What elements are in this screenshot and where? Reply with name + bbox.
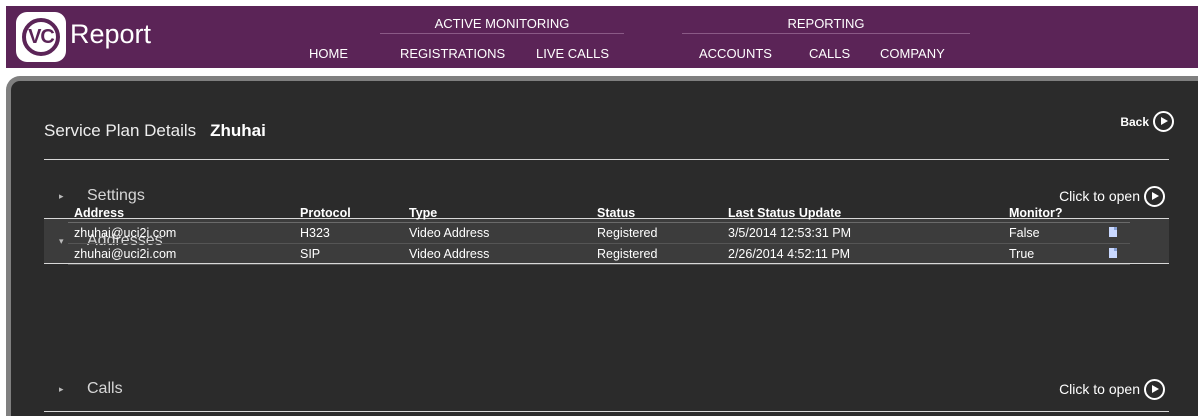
document-icon[interactable] — [1109, 248, 1117, 258]
nav-registrations[interactable]: REGISTRATIONS — [400, 46, 505, 61]
vc-logo-icon: VC — [16, 12, 66, 62]
divider — [44, 411, 1169, 412]
table-row[interactable]: zhuhai@uci2i.com H323 Video Address Regi… — [68, 222, 1130, 244]
cell-address: zhuhai@uci2i.com — [68, 222, 294, 244]
nav-accounts[interactable]: ACCOUNTS — [699, 46, 772, 61]
addresses-table: Address Protocol Type Status Last Status… — [68, 203, 1130, 265]
column-header: Monitor? — [1003, 203, 1099, 223]
document-icon[interactable] — [1109, 227, 1117, 237]
logo-text: Report — [70, 18, 152, 49]
top-navigation-bar: VC Report ACTIVE MONITORING REPORTING HO… — [6, 6, 1198, 68]
column-header: Last Status Update — [722, 203, 1003, 223]
nav-group-active-monitoring: ACTIVE MONITORING — [434, 16, 570, 31]
caret-right-icon: ▸ — [59, 383, 64, 394]
column-header: Type — [403, 203, 591, 223]
back-label: Back — [1120, 114, 1149, 129]
nav-live-calls[interactable]: LIVE CALLS — [536, 46, 609, 61]
cell-type: Video Address — [403, 222, 591, 244]
play-circle-icon — [1144, 378, 1165, 400]
column-header: Protocol — [294, 203, 403, 223]
nav-home[interactable]: HOME — [309, 46, 348, 61]
plan-name: Zhuhai — [210, 121, 266, 140]
vc-report-logo[interactable]: VC Report — [16, 12, 151, 62]
column-header — [1099, 203, 1130, 223]
cell-status: Registered — [591, 222, 722, 244]
column-header: Status — [591, 203, 722, 223]
section-label: Calls — [87, 380, 123, 397]
play-circle-icon — [1153, 111, 1174, 132]
column-header: Address — [68, 203, 294, 223]
section-calls[interactable]: ▸ Calls Click to open — [44, 367, 1169, 411]
cell-status: Registered — [591, 243, 722, 265]
nav-company[interactable]: COMPANY — [880, 46, 945, 61]
cell-protocol: SIP — [294, 243, 403, 265]
nav-group-divider — [380, 33, 624, 34]
cell-type: Video Address — [403, 243, 591, 265]
calls-open-link[interactable]: Click to open — [1059, 378, 1165, 400]
nav-group-reporting: REPORTING — [787, 16, 865, 31]
table-header-row: Address Protocol Type Status Last Status… — [68, 203, 1130, 223]
nav-calls[interactable]: CALLS — [809, 46, 850, 61]
table-row[interactable]: zhuhai@uci2i.com SIP Video Address Regis… — [68, 243, 1130, 265]
cell-monitor: False — [1003, 222, 1099, 244]
cell-last-update: 3/5/2014 12:53:31 PM — [722, 222, 1003, 244]
cell-protocol: H323 — [294, 222, 403, 244]
caret-right-icon: ▸ — [59, 190, 64, 201]
nav-group-divider — [682, 33, 970, 34]
page-title-label: Service Plan Details — [44, 121, 197, 140]
divider — [44, 159, 1169, 160]
cell-address: zhuhai@uci2i.com — [68, 243, 294, 265]
cell-last-update: 2/26/2014 4:52:11 PM — [722, 243, 1003, 265]
play-circle-icon — [1144, 185, 1165, 207]
cell-monitor: True — [1003, 243, 1099, 265]
back-button[interactable]: Back — [1120, 111, 1174, 132]
page-title: Service Plan Details Zhuhai — [44, 121, 266, 141]
